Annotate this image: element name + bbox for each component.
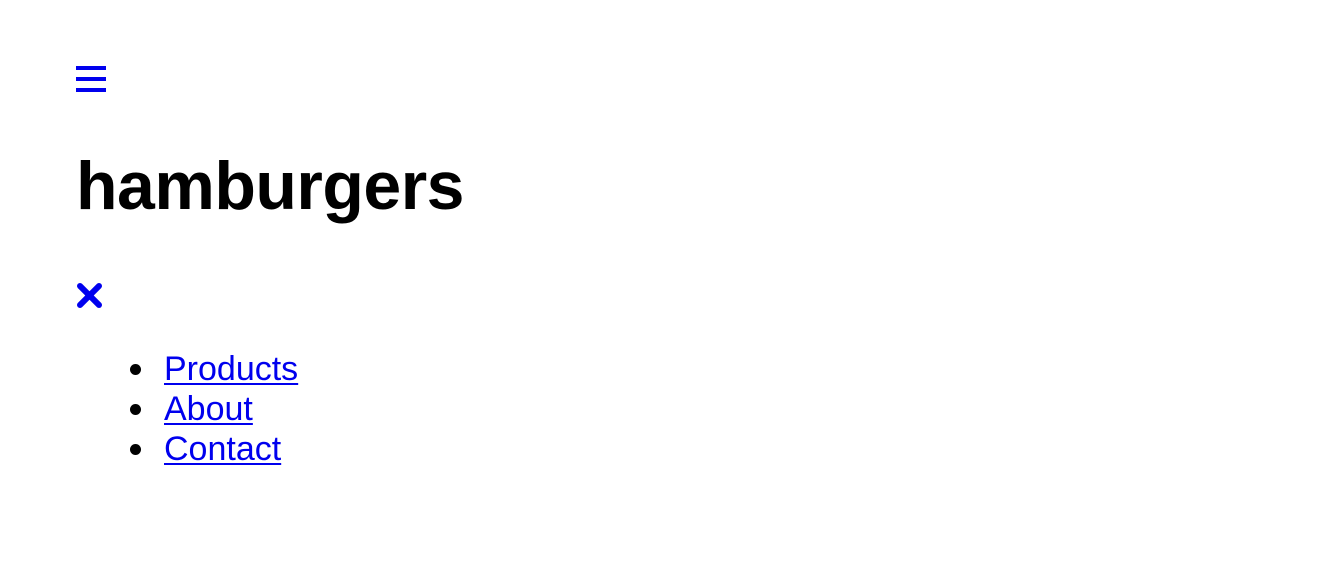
- list-item: Contact: [124, 429, 298, 469]
- list-item: Products: [124, 349, 298, 389]
- hamburger-menu-icon[interactable]: [76, 66, 106, 93]
- nav-link-contact[interactable]: Contact: [164, 430, 281, 468]
- nav-menu: Products About Contact: [124, 349, 298, 469]
- page-title: hamburgers: [76, 148, 465, 224]
- page: hamburgers Products About Contact: [0, 0, 1320, 580]
- nav-link-about[interactable]: About: [164, 390, 253, 428]
- bullet-icon: [130, 444, 141, 455]
- nav-link-products[interactable]: Products: [164, 350, 298, 388]
- close-icon[interactable]: [77, 283, 102, 308]
- bullet-icon: [130, 404, 141, 415]
- bullet-icon: [130, 364, 141, 375]
- list-item: About: [124, 389, 298, 429]
